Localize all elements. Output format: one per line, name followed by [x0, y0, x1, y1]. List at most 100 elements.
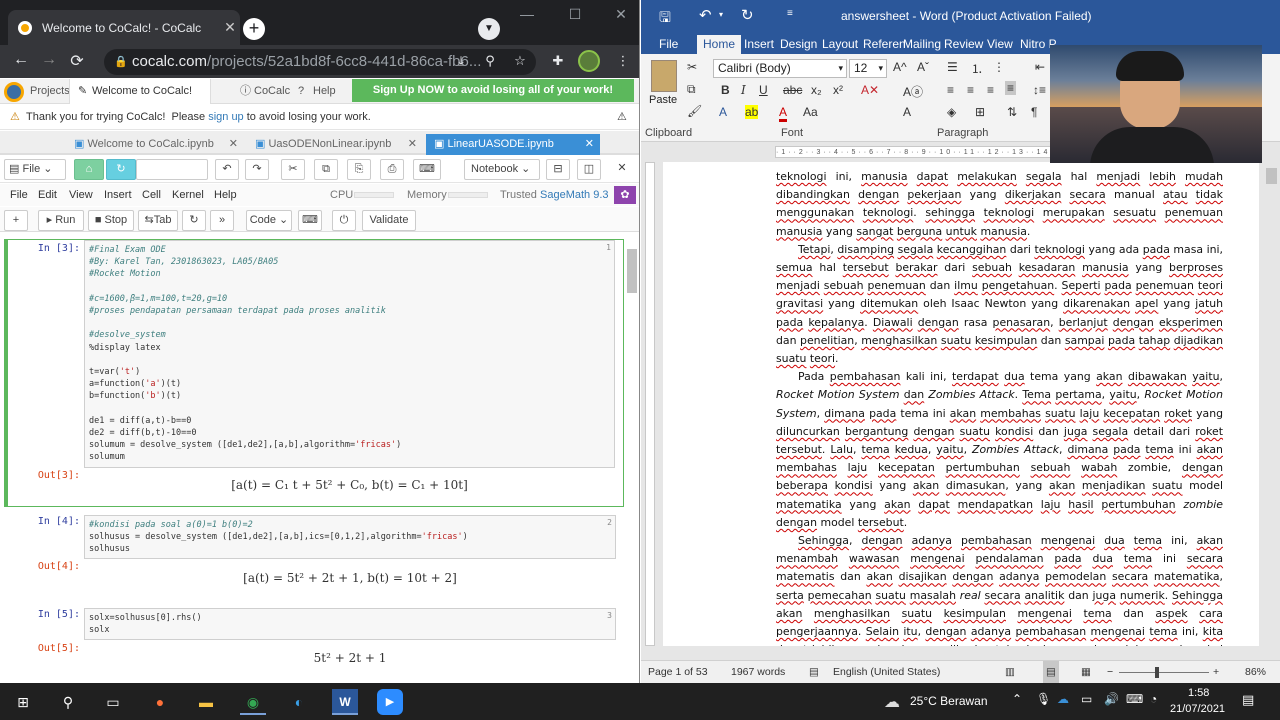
strikethrough-icon[interactable]: abc: [783, 83, 802, 97]
cocalc-info-icon[interactable]: ⓘ: [240, 79, 251, 104]
maximize-icon[interactable]: ☐: [560, 6, 590, 23]
paste-label[interactable]: Paste: [649, 94, 677, 106]
tab-button[interactable]: ⇆Tab: [138, 210, 178, 231]
menu-file[interactable]: File: [10, 184, 28, 206]
underline-icon[interactable]: U: [759, 83, 768, 97]
zoom-slider-thumb[interactable]: [1155, 667, 1159, 678]
undo-icon[interactable]: ↶: [699, 6, 712, 24]
extensions-icon[interactable]: ✚: [549, 53, 567, 69]
address-bar[interactable]: 🔒 cocalc.com/projects/52a1bd8f-6cc8-441d…: [104, 49, 536, 75]
web-layout-icon[interactable]: ▦: [1081, 661, 1091, 683]
sort-az-icon[interactable]: ⇅: [1007, 105, 1017, 119]
customize-qat-icon[interactable]: ≡: [787, 8, 793, 19]
help-icon[interactable]: ?: [298, 79, 304, 104]
menu-view[interactable]: View: [69, 184, 93, 206]
help-link[interactable]: Help: [313, 79, 336, 104]
document-body[interactable]: teknologi ini, manusia dapat melakukan s…: [776, 168, 1223, 646]
language-icon[interactable]: ⌨: [1126, 692, 1143, 706]
trusted-label[interactable]: Trusted: [500, 184, 537, 206]
back-icon[interactable]: ←: [10, 51, 32, 69]
clock-date[interactable]: 21/07/2021: [1170, 703, 1225, 715]
zoom-slider[interactable]: [1119, 672, 1209, 673]
paste-icon[interactable]: ⎘: [347, 159, 371, 180]
character-shading-icon[interactable]: Aⓐ: [903, 83, 923, 100]
document-scrollbar[interactable]: [1263, 162, 1280, 646]
paste-icon[interactable]: [651, 60, 677, 92]
ribbon-tab-references[interactable]: Referen: [863, 35, 906, 54]
zoom-out-icon[interactable]: −: [1107, 661, 1113, 683]
timetravel-button[interactable]: ↻: [106, 159, 136, 180]
align-right-icon[interactable]: ≡: [987, 83, 994, 97]
clear-formatting-icon[interactable]: A✕: [861, 83, 879, 97]
save-icon[interactable]: 🖫: [659, 7, 671, 31]
bookmark-star-icon[interactable]: ☆: [511, 53, 529, 69]
minimize-icon[interactable]: —: [512, 6, 542, 22]
notebook-dropdown[interactable]: Notebook ⌄: [464, 159, 540, 180]
signup-link[interactable]: sign up: [208, 111, 243, 123]
print-icon[interactable]: ⎙: [380, 159, 404, 180]
ribbon-tab-home[interactable]: Home: [697, 35, 742, 54]
spacer-button[interactable]: [136, 159, 208, 180]
close-window-icon[interactable]: ✕: [606, 6, 636, 23]
shrink-font-icon[interactable]: Aˇ: [917, 60, 929, 74]
align-center-icon[interactable]: ≡: [967, 83, 974, 97]
zoom-app-icon[interactable]: ▶: [377, 689, 403, 715]
print-layout-icon[interactable]: ▤: [1043, 661, 1059, 683]
split-vertical-icon[interactable]: ◫: [577, 159, 601, 180]
mic-icon[interactable]: 🎙: [1036, 692, 1051, 706]
ribbon-tab-view[interactable]: View: [987, 35, 1013, 54]
search-icon[interactable]: ⚲: [55, 689, 81, 715]
windows-start-icon[interactable]: ⊞: [10, 689, 36, 715]
ribbon-tab-insert[interactable]: Insert: [744, 35, 774, 54]
justify-icon[interactable]: ≡: [1005, 81, 1017, 95]
font-color-icon[interactable]: A: [779, 105, 788, 122]
notifications-icon[interactable]: ▤: [1242, 692, 1254, 708]
redo-icon[interactable]: ↻: [741, 6, 754, 24]
code-editor[interactable]: 3 solx=solhusus[0].rhs() solx: [84, 608, 616, 640]
text-effects-icon[interactable]: A: [719, 105, 727, 119]
cocalc-link[interactable]: CoCalc: [254, 79, 290, 104]
ribbon-tab-layout[interactable]: Layout: [822, 35, 858, 54]
fast-forward-icon[interactable]: »: [210, 210, 234, 231]
font-name-box[interactable]: Calibri (Body) ▾: [713, 59, 847, 78]
notebook-scrollbar[interactable]: [627, 249, 637, 293]
cell-type-dropdown[interactable]: Code ⌄: [246, 210, 292, 231]
code-editor[interactable]: 1 #Final Exam ODE #By: Karel Tan, 2301863…: [84, 240, 615, 468]
file-dropdown-button[interactable]: ▤ File ⌄: [4, 159, 66, 180]
close-tab-icon[interactable]: ✕: [220, 19, 240, 36]
proofing-icon[interactable]: ▤: [809, 661, 819, 683]
zoom-level[interactable]: 86%: [1245, 661, 1266, 683]
page-count[interactable]: Page 1 of 53: [648, 661, 708, 683]
notebook-cell[interactable]: In [3]: 1 #Final Exam ODE #By: Karel Tan,…: [4, 239, 624, 507]
save-button[interactable]: ⌂: [74, 159, 104, 180]
highlight-icon[interactable]: ab: [745, 105, 759, 119]
firefox-icon[interactable]: ●: [147, 689, 173, 715]
volume-icon[interactable]: 🔊: [1104, 692, 1119, 706]
code-editor[interactable]: 2 #kondisi pada soal a(0)=1 b(0)=2 solhus…: [84, 515, 616, 559]
zoom-icon[interactable]: ⚲: [481, 53, 499, 69]
ribbon-tab-review[interactable]: Review: [944, 35, 983, 54]
file-explorer-icon[interactable]: ▬: [193, 689, 219, 715]
kernel-status-icon[interactable]: ✿: [614, 186, 636, 204]
menu-cell[interactable]: Cell: [142, 184, 161, 206]
read-mode-icon[interactable]: ▥: [1005, 661, 1015, 683]
install-icon[interactable]: ⤓: [452, 53, 470, 69]
task-view-icon[interactable]: ▭: [100, 689, 126, 715]
restart-icon[interactable]: ↻: [182, 210, 206, 231]
reload-icon[interactable]: ⟳: [66, 51, 88, 71]
grow-font-icon[interactable]: A^: [893, 60, 907, 74]
undo-dropdown-icon[interactable]: ▾: [719, 10, 723, 19]
cut-icon[interactable]: ✂: [281, 159, 305, 180]
font-size-box[interactable]: 12 ▾: [849, 59, 887, 78]
multilevel-icon[interactable]: ⋮: [993, 60, 1005, 74]
document-scroll-thumb[interactable]: [1266, 168, 1277, 184]
close-frame-icon[interactable]: ✕: [610, 159, 634, 180]
file-tab-welcome[interactable]: ▣ Welcome to CoCalc.ipynb ✕: [66, 134, 244, 155]
align-left-icon[interactable]: ≡: [947, 83, 954, 97]
bold-icon[interactable]: B: [721, 83, 730, 97]
add-cell-icon[interactable]: +: [4, 210, 28, 231]
borders-icon[interactable]: ⊞: [975, 105, 985, 119]
chrome-icon[interactable]: ◉: [240, 689, 266, 715]
ribbon-tab-file[interactable]: File: [659, 35, 678, 54]
ribbon-tab-mailings[interactable]: Mailing: [903, 35, 941, 54]
